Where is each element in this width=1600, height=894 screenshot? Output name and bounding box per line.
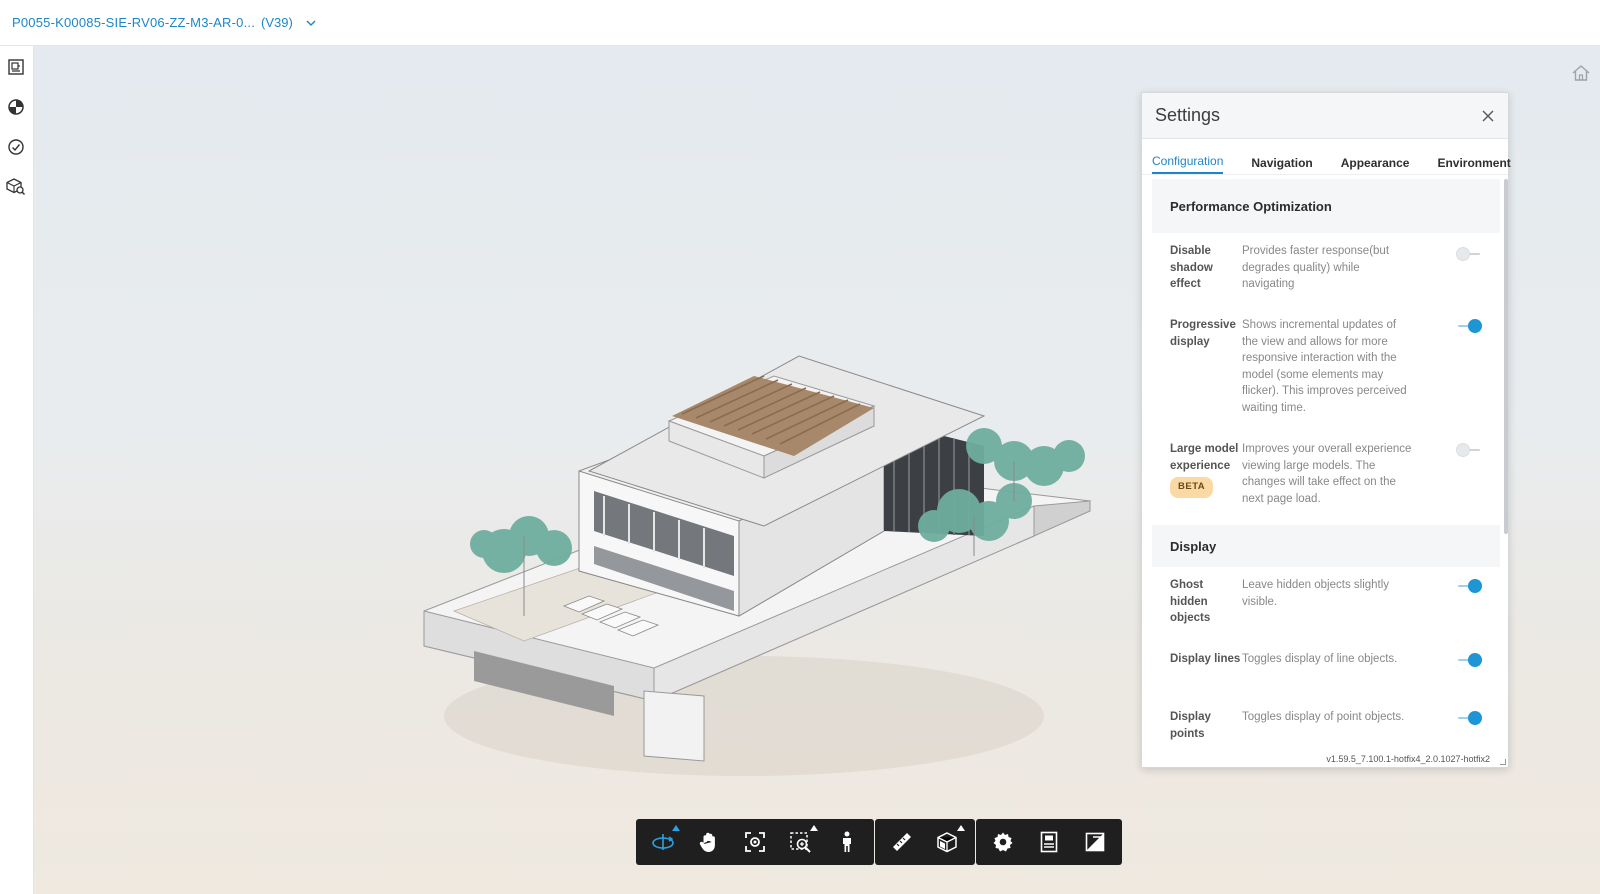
tab-navigation[interactable]: Navigation — [1251, 156, 1312, 174]
setting-description: Provides faster response(but degrades qu… — [1242, 245, 1390, 290]
toolbar-settings-group — [976, 819, 1122, 865]
model-browser-icon[interactable] — [3, 94, 29, 120]
display-lines-toggle[interactable] — [1456, 653, 1482, 667]
building-model[interactable] — [414, 296, 1114, 776]
first-person-icon[interactable] — [824, 819, 870, 865]
setting-row-ghost-hidden: Ghost hidden objects Leave hidden object… — [1152, 577, 1500, 651]
version-text: v1.59.5_7.100.1-hotfix4_2.0.1027-hotfix2 — [1326, 754, 1490, 764]
setting-label: Display lines — [1170, 653, 1241, 665]
display-points-toggle[interactable] — [1456, 711, 1482, 725]
disable-shadow-toggle[interactable] — [1456, 247, 1482, 261]
setting-description: Leave hidden objects slightly visible. — [1242, 579, 1390, 608]
resize-grip[interactable] — [1500, 759, 1506, 765]
setting-row-disable-shadow: Disable shadow effect Provides faster re… — [1152, 243, 1500, 317]
setting-label: Progressive display — [1170, 319, 1236, 348]
setting-label: Display points — [1170, 711, 1211, 740]
fullscreen-icon[interactable] — [1072, 819, 1118, 865]
large-model-toggle[interactable] — [1456, 443, 1482, 457]
ghost-hidden-toggle[interactable] — [1456, 579, 1482, 593]
home-icon[interactable] — [1570, 62, 1594, 86]
progressive-display-toggle[interactable] — [1456, 319, 1482, 333]
close-icon[interactable] — [1480, 108, 1496, 124]
settings-header: Settings — [1142, 93, 1508, 139]
3d-viewport[interactable]: Settings Configuration Navigation Appear… — [34, 46, 1600, 894]
tab-appearance[interactable]: Appearance — [1341, 156, 1410, 174]
issues-check-icon[interactable] — [3, 134, 29, 160]
document-version[interactable]: (V39) — [261, 15, 293, 30]
model-search-icon[interactable] — [3, 174, 29, 200]
toolbar-tools-group — [875, 819, 975, 865]
left-rail — [0, 46, 34, 894]
setting-description: Shows incremental updates of the view an… — [1242, 319, 1407, 414]
setting-label: Disable shadow effect — [1170, 245, 1213, 290]
settings-title: Settings — [1155, 105, 1221, 125]
setting-description: Toggles display of line objects. — [1242, 653, 1398, 665]
orbit-icon[interactable] — [640, 819, 686, 865]
properties-icon[interactable] — [1026, 819, 1072, 865]
setting-row-display-points: Display points Toggles display of point … — [1152, 709, 1500, 749]
setting-description: Toggles display of point objects. — [1242, 711, 1405, 723]
document-title[interactable]: P0055-K00085-SIE-RV06-ZZ-M3-AR-0... — [12, 15, 255, 30]
settings-icon[interactable] — [980, 819, 1026, 865]
chevron-down-icon[interactable] — [305, 17, 317, 29]
setting-label-group: Large model experience BETA — [1170, 441, 1242, 525]
setting-label: Large model experience — [1170, 443, 1239, 472]
zoom-window-icon[interactable] — [778, 819, 824, 865]
settings-body: Performance Optimization Disable shadow … — [1152, 179, 1500, 749]
top-bar: P0055-K00085-SIE-RV06-ZZ-M3-AR-0... (V39… — [0, 0, 1600, 46]
sheets-icon[interactable] — [3, 54, 29, 80]
setting-label: Ghost hidden objects — [1170, 579, 1211, 624]
setting-description: Improves your overall experience viewing… — [1242, 443, 1412, 505]
toolbar-navigation-group — [636, 819, 874, 865]
settings-panel: Settings Configuration Navigation Appear… — [1141, 92, 1511, 768]
fit-to-view-icon[interactable] — [732, 819, 778, 865]
section-display: Display — [1152, 525, 1500, 567]
measure-icon[interactable] — [879, 819, 925, 865]
section-box-icon[interactable] — [925, 819, 971, 865]
settings-scrollbar[interactable] — [1504, 179, 1508, 534]
section-performance-optimization: Performance Optimization — [1152, 179, 1500, 233]
beta-badge: BETA — [1170, 477, 1214, 498]
tab-environment[interactable]: Environment — [1437, 156, 1510, 174]
setting-row-progressive-display: Progressive display Shows incremental up… — [1152, 317, 1500, 441]
pan-icon[interactable] — [686, 819, 732, 865]
tab-configuration[interactable]: Configuration — [1152, 154, 1224, 174]
setting-row-display-lines: Display lines Toggles display of line ob… — [1152, 651, 1500, 709]
settings-tabs: Configuration Navigation Appearance Envi… — [1142, 139, 1511, 175]
setting-row-large-model: Large model experience BETA Improves you… — [1152, 441, 1500, 525]
